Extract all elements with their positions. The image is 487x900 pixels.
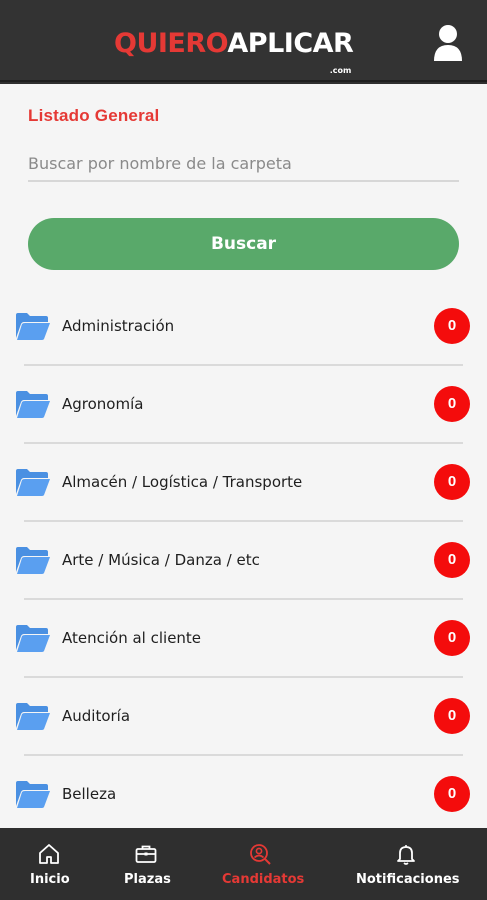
folder-list: Administración 0 Agronomía 0 Almacén / Logís… [0, 288, 487, 828]
folder-search-input[interactable] [28, 146, 459, 182]
section-title: Listado General [28, 106, 160, 125]
briefcase-icon [135, 845, 157, 863]
folder-label: Belleza [62, 785, 117, 803]
folder-list-item[interactable]: Atención al cliente 0 [0, 600, 487, 678]
folder-list-item[interactable]: Arte / Música / Danza / etc 0 [0, 522, 487, 600]
folder-list-item[interactable]: Auditoría 0 [0, 678, 487, 756]
folder-list-item[interactable]: Administración 0 [0, 288, 487, 366]
folder-count-badge: 0 [434, 698, 470, 734]
logo-text-quiero: QUIERO [114, 28, 228, 59]
nav-item-candidatos[interactable]: Candidatos [218, 828, 306, 900]
logo-domain-suffix: .com [329, 66, 352, 75]
user-icon [434, 25, 462, 61]
nav-label-inicio: Inicio [30, 872, 70, 887]
folder-open-icon [16, 703, 50, 730]
folder-label: Administración [62, 317, 175, 335]
user-profile-button[interactable] [432, 24, 464, 62]
nav-label-candidatos: Candidatos [222, 872, 305, 887]
folder-count-badge: 0 [434, 542, 470, 578]
folder-label: Atención al cliente [62, 629, 202, 647]
folder-label: Almacén / Logística / Transporte [62, 473, 303, 491]
folder-count-badge: 0 [434, 464, 470, 500]
folder-list-item[interactable]: Almacén / Logística / Transporte 0 [0, 444, 487, 522]
folder-open-icon [16, 547, 50, 574]
search-button[interactable]: Buscar [28, 218, 459, 270]
folder-count-badge: 0 [434, 386, 470, 422]
nav-item-notificaciones[interactable]: Notificaciones [352, 828, 462, 900]
candidates-search-icon [250, 844, 271, 865]
nav-label-notificaciones: Notificaciones [356, 872, 460, 887]
bottom-navigation: Inicio Plazas Candidatos Notificaciones [0, 828, 487, 900]
nav-label-plazas: Plazas [124, 872, 171, 887]
folder-open-icon [16, 391, 50, 418]
folder-list-item[interactable]: Belleza 0 [0, 756, 487, 828]
nav-item-plazas[interactable]: Plazas [116, 828, 178, 900]
folder-list-item[interactable]: Agronomía 0 [0, 366, 487, 444]
folder-count-badge: 0 [434, 776, 470, 812]
folder-count-badge: 0 [434, 308, 470, 344]
folder-label: Agronomía [62, 395, 144, 413]
nav-item-inicio[interactable]: Inicio [18, 828, 80, 900]
folder-open-icon [16, 469, 50, 496]
folder-open-icon [16, 313, 50, 340]
home-icon [39, 844, 59, 864]
folder-count-badge: 0 [434, 620, 470, 656]
folder-open-icon [16, 625, 50, 652]
app-header: QUIEROAPLICAR .com [0, 0, 487, 82]
bell-icon [397, 845, 415, 865]
main-content: Listado General Buscar Administración0Ag… [0, 84, 487, 828]
folder-open-icon [16, 781, 50, 808]
app-logo: QUIEROAPLICAR .com [114, 28, 354, 75]
folder-label: Auditoría [62, 707, 131, 725]
folder-label: Arte / Música / Danza / etc [62, 551, 260, 569]
